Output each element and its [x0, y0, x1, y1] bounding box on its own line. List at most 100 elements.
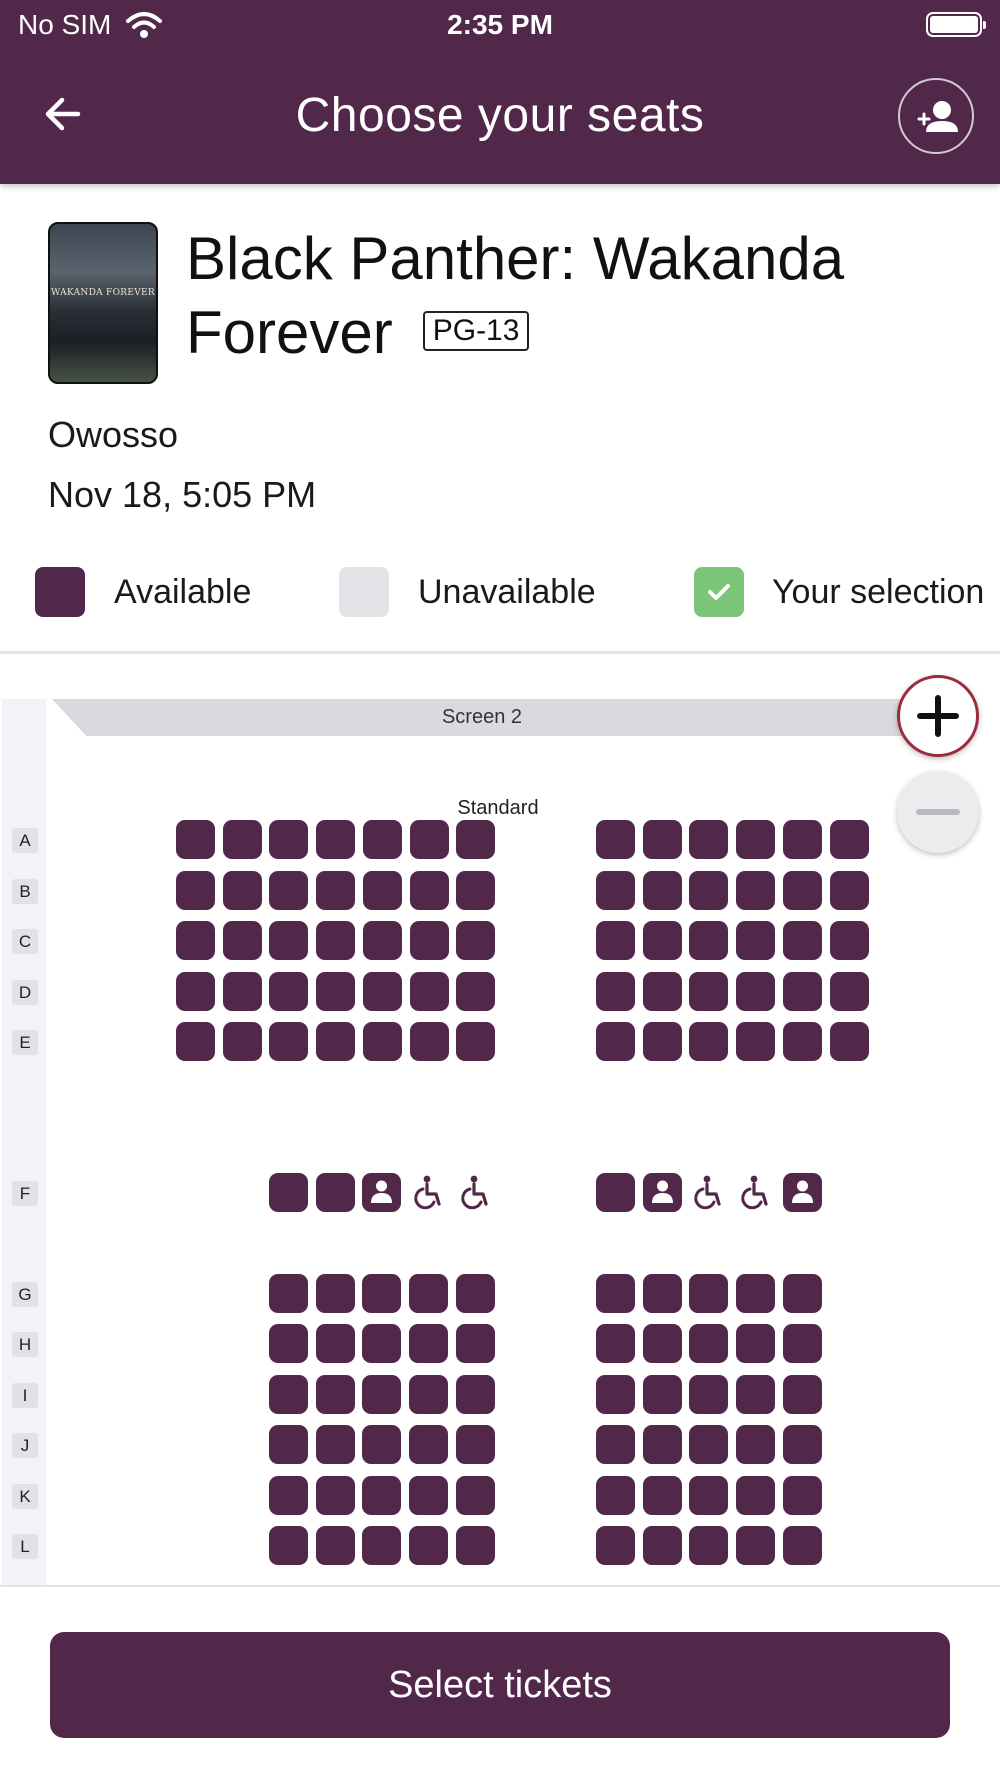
seat-l[interactable] — [596, 1526, 635, 1565]
wheelchair-seat-icon[interactable] — [456, 1173, 495, 1212]
seat-k[interactable] — [736, 1476, 776, 1515]
seat-e[interactable] — [316, 1022, 356, 1061]
seat-e[interactable] — [596, 1022, 635, 1061]
seat-i[interactable] — [269, 1375, 308, 1414]
seat-l[interactable] — [315, 1526, 355, 1565]
seat-f[interactable] — [315, 1173, 355, 1212]
seat-k[interactable] — [642, 1476, 682, 1515]
seat-h[interactable] — [596, 1324, 635, 1363]
seat-i[interactable] — [782, 1375, 822, 1414]
seat-b[interactable] — [176, 871, 215, 910]
seat-d[interactable] — [362, 972, 402, 1011]
seat-d[interactable] — [176, 972, 215, 1011]
seat-d[interactable] — [642, 972, 682, 1011]
seat-b[interactable] — [362, 871, 402, 910]
seat-e[interactable] — [736, 1022, 776, 1061]
seat-h[interactable] — [362, 1324, 402, 1363]
seat-a[interactable] — [736, 820, 776, 859]
wheelchair-seat-icon[interactable] — [409, 1173, 448, 1212]
seat-j[interactable] — [736, 1425, 776, 1464]
seat-d[interactable] — [596, 972, 635, 1011]
seat-j[interactable] — [782, 1425, 822, 1464]
seat-j[interactable] — [642, 1425, 682, 1464]
seat-h[interactable] — [736, 1324, 776, 1363]
seat-c[interactable] — [642, 921, 682, 960]
seat-e[interactable] — [642, 1022, 682, 1061]
seat-a[interactable] — [409, 820, 449, 859]
seat-k[interactable] — [596, 1476, 635, 1515]
seat-a[interactable] — [642, 820, 682, 859]
seat-c[interactable] — [829, 921, 869, 960]
seat-a[interactable] — [316, 820, 356, 859]
seat-l[interactable] — [642, 1526, 682, 1565]
seat-b[interactable] — [409, 871, 449, 910]
seat-c[interactable] — [596, 921, 635, 960]
seat-b[interactable] — [829, 871, 869, 910]
seat-k[interactable] — [315, 1476, 355, 1515]
select-tickets-button[interactable]: Select tickets — [50, 1632, 950, 1738]
seat-c[interactable] — [269, 921, 309, 960]
seat-h[interactable] — [409, 1324, 449, 1363]
companion-seat[interactable] — [362, 1173, 402, 1212]
seat-j[interactable] — [689, 1425, 729, 1464]
seat-d[interactable] — [456, 972, 496, 1011]
seat-b[interactable] — [269, 871, 309, 910]
seat-k[interactable] — [269, 1476, 308, 1515]
zoom-in-button[interactable] — [897, 675, 979, 757]
seat-f[interactable] — [269, 1173, 308, 1212]
seat-j[interactable] — [409, 1425, 449, 1464]
seat-j[interactable] — [315, 1425, 355, 1464]
wheelchair-seat-icon[interactable] — [736, 1173, 775, 1212]
seat-g[interactable] — [455, 1274, 495, 1313]
seat-j[interactable] — [269, 1425, 308, 1464]
seat-i[interactable] — [736, 1375, 776, 1414]
seat-a[interactable] — [689, 820, 729, 859]
seat-a[interactable] — [222, 820, 262, 859]
seat-c[interactable] — [736, 921, 776, 960]
seat-j[interactable] — [596, 1425, 635, 1464]
seat-b[interactable] — [782, 871, 822, 910]
seat-b[interactable] — [689, 871, 729, 910]
seat-e[interactable] — [362, 1022, 402, 1061]
seat-g[interactable] — [736, 1274, 776, 1313]
seat-c[interactable] — [409, 921, 449, 960]
seat-h[interactable] — [315, 1324, 355, 1363]
seat-l[interactable] — [269, 1526, 308, 1565]
seat-l[interactable] — [455, 1526, 495, 1565]
seat-k[interactable] — [409, 1476, 449, 1515]
seat-i[interactable] — [596, 1375, 635, 1414]
seat-l[interactable] — [736, 1526, 776, 1565]
seat-d[interactable] — [316, 972, 356, 1011]
seat-h[interactable] — [782, 1324, 822, 1363]
seat-c[interactable] — [689, 921, 729, 960]
seat-i[interactable] — [642, 1375, 682, 1414]
seat-d[interactable] — [222, 972, 262, 1011]
seat-d[interactable] — [269, 972, 309, 1011]
seat-e[interactable] — [176, 1022, 215, 1061]
seat-a[interactable] — [456, 820, 496, 859]
seat-j[interactable] — [455, 1425, 495, 1464]
seat-c[interactable] — [782, 921, 822, 960]
seat-h[interactable] — [689, 1324, 729, 1363]
seat-e[interactable] — [456, 1022, 496, 1061]
seat-g[interactable] — [689, 1274, 729, 1313]
seat-b[interactable] — [596, 871, 635, 910]
seat-a[interactable] — [596, 820, 635, 859]
seat-a[interactable] — [176, 820, 215, 859]
seat-k[interactable] — [362, 1476, 402, 1515]
seat-a[interactable] — [829, 820, 869, 859]
seat-d[interactable] — [829, 972, 869, 1011]
seat-a[interactable] — [362, 820, 402, 859]
seat-b[interactable] — [736, 871, 776, 910]
companion-seat[interactable] — [642, 1173, 682, 1212]
seat-d[interactable] — [689, 972, 729, 1011]
seat-g[interactable] — [269, 1274, 308, 1313]
companion-seat[interactable] — [782, 1173, 822, 1212]
seat-j[interactable] — [362, 1425, 402, 1464]
seat-d[interactable] — [409, 972, 449, 1011]
seat-g[interactable] — [315, 1274, 355, 1313]
seat-i[interactable] — [315, 1375, 355, 1414]
seat-e[interactable] — [409, 1022, 449, 1061]
seat-d[interactable] — [782, 972, 822, 1011]
seat-a[interactable] — [782, 820, 822, 859]
